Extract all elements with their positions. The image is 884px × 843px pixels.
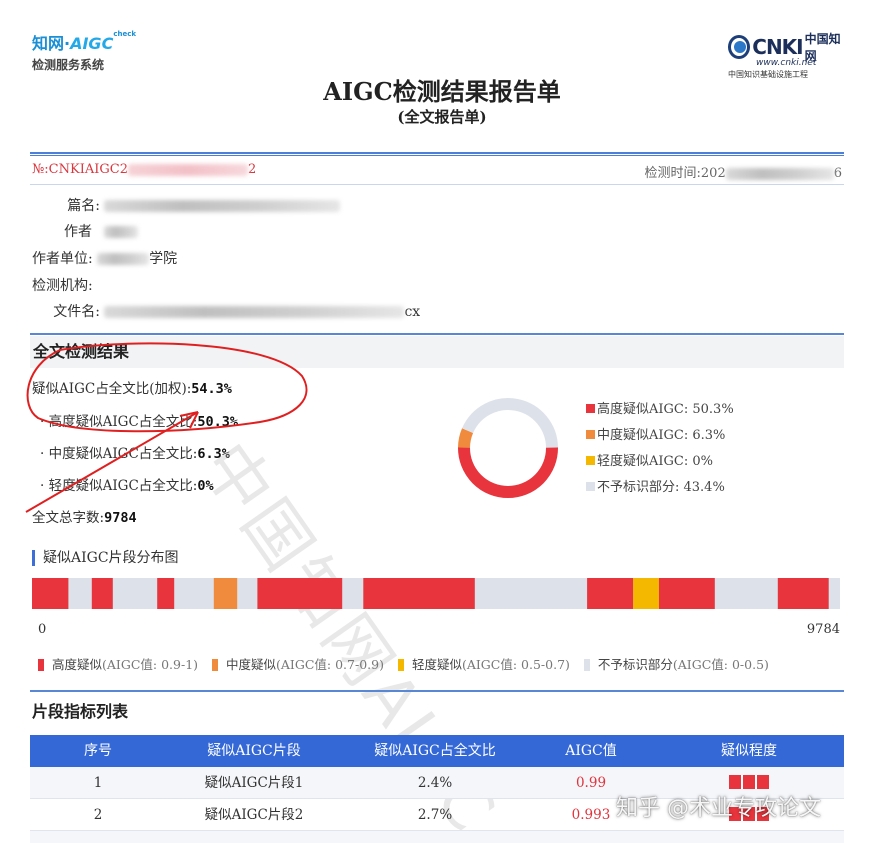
legend-swatch-mid <box>586 430 595 439</box>
distribution-start: 0 <box>38 622 47 637</box>
col-ratio: 疑似AIGC占全文比 <box>374 743 496 759</box>
table-section-title: 片段指标列表 <box>32 702 129 721</box>
redacted-unit <box>97 253 150 265</box>
meta-divider <box>30 184 844 185</box>
info-org: 检测机构: <box>32 278 93 294</box>
top-divider <box>30 152 844 156</box>
logo-check-text: check <box>113 30 136 38</box>
logo-aigc-text: AIGC <box>70 34 114 53</box>
donut-slice-mid <box>458 428 474 448</box>
distribution-title: 疑似AIGC片段分布图 <box>32 550 179 566</box>
table-divider <box>30 690 844 692</box>
row-ratio: 2.4% <box>417 775 453 791</box>
redacted-time <box>725 167 834 180</box>
report-title: AIGC检测结果报告单 <box>323 77 561 106</box>
distribution-segment-high <box>587 578 634 609</box>
logo-system-name: 检测服务系统 <box>32 58 105 72</box>
cnki-brand: CNKI <box>752 35 803 59</box>
legend-swatch-none <box>586 482 595 491</box>
redacted-number <box>127 163 248 176</box>
distribution-segment-low <box>633 578 660 609</box>
table-header: 序号 疑似AIGC片段 疑似AIGC占全文比 AIGC值 疑似程度 <box>30 735 844 767</box>
zhihu-watermark: 知乎 @术业专攻论文 <box>616 796 821 821</box>
distribution-end: 9784 <box>806 622 840 637</box>
annotation-arrow-line <box>25 411 199 513</box>
globe-icon <box>728 35 751 59</box>
col-degree: 疑似程度 <box>721 743 777 759</box>
row-index: 1 <box>93 775 103 791</box>
distribution-segment-high <box>32 578 69 609</box>
donut-chart <box>458 398 558 498</box>
distribution-segment-high <box>659 578 715 609</box>
dist-legend-low: 轻度疑似(AIGC值: 0.5-0.7) <box>397 654 570 673</box>
annotation-ellipse <box>26 342 308 433</box>
donut-slice-high <box>458 447 558 498</box>
distribution-segment-mid <box>213 578 238 609</box>
dist-swatch-mid <box>212 659 219 671</box>
info-file: 文件名: cx <box>53 304 421 320</box>
report-subtitle: (全文报告单) <box>397 108 487 126</box>
dist-swatch-low <box>397 659 404 671</box>
aigc-logo: 知网·AIGCcheck 检测服务系统 <box>32 30 152 73</box>
row-index: 2 <box>93 807 103 823</box>
report-meta: №:CNKIAIGC2 2 检测时间:202 6 <box>32 162 842 181</box>
dist-legend-mid: 中度疑似(AIGC值: 0.7-0.9) <box>212 654 384 673</box>
check-time: 检测时间:202 6 <box>644 166 842 181</box>
distribution-bar <box>32 578 840 609</box>
donut-legend-none: 不予标识部分: 43.4% <box>586 476 725 495</box>
redacted-author <box>104 226 139 238</box>
donut-legend-low: 轻度疑似AIGC: 0% <box>586 450 713 469</box>
info-unit: 作者单位: 学院 <box>32 251 178 267</box>
row-ratio: 2.7% <box>417 807 453 823</box>
logo-cnki-text: 知网· <box>32 34 71 53</box>
col-aigc-value: AIGC值 <box>565 743 617 759</box>
dist-swatch-high <box>38 659 44 671</box>
legend-swatch-high <box>586 404 595 413</box>
donut-legend-high: 高度疑似AIGC: 50.3% <box>586 398 734 417</box>
donut-legend-mid: 中度疑似AIGC: 6.3% <box>586 424 725 443</box>
degree-bar <box>729 775 769 789</box>
legend-swatch-low <box>586 456 595 465</box>
info-title: 篇名: <box>32 195 341 215</box>
col-index: 序号 <box>84 743 112 759</box>
row-segment[interactable]: 疑似AIGC片段1 <box>166 767 342 799</box>
distribution-segment-high <box>777 578 829 609</box>
distribution-segment-high <box>363 578 475 609</box>
distribution-legend: 高度疑似(AIGC值: 0.9-1) 中度疑似(AIGC值: 0.7-0.9) … <box>38 654 779 673</box>
col-segment: 疑似AIGC片段 <box>207 743 301 759</box>
distribution-segment-high <box>157 578 175 609</box>
redacted-filename <box>104 306 405 318</box>
table-row-partial <box>30 831 844 843</box>
distribution-segment-high <box>91 578 113 609</box>
donut-slice-none <box>462 398 558 448</box>
row-segment[interactable]: 疑似AIGC片段2 <box>166 799 342 831</box>
report-number: №:CNKIAIGC2 2 <box>32 162 257 177</box>
dist-swatch-none <box>583 659 590 671</box>
dist-legend-high: 高度疑似(AIGC值: 0.9-1) <box>38 654 198 673</box>
info-author: 作者 <box>32 221 139 241</box>
dist-legend-none: 不予标识部分(AIGC值: 0-0.5) <box>583 654 769 673</box>
result-divider <box>30 333 844 335</box>
distribution-segment-high <box>257 578 343 609</box>
redacted-title <box>104 200 341 212</box>
